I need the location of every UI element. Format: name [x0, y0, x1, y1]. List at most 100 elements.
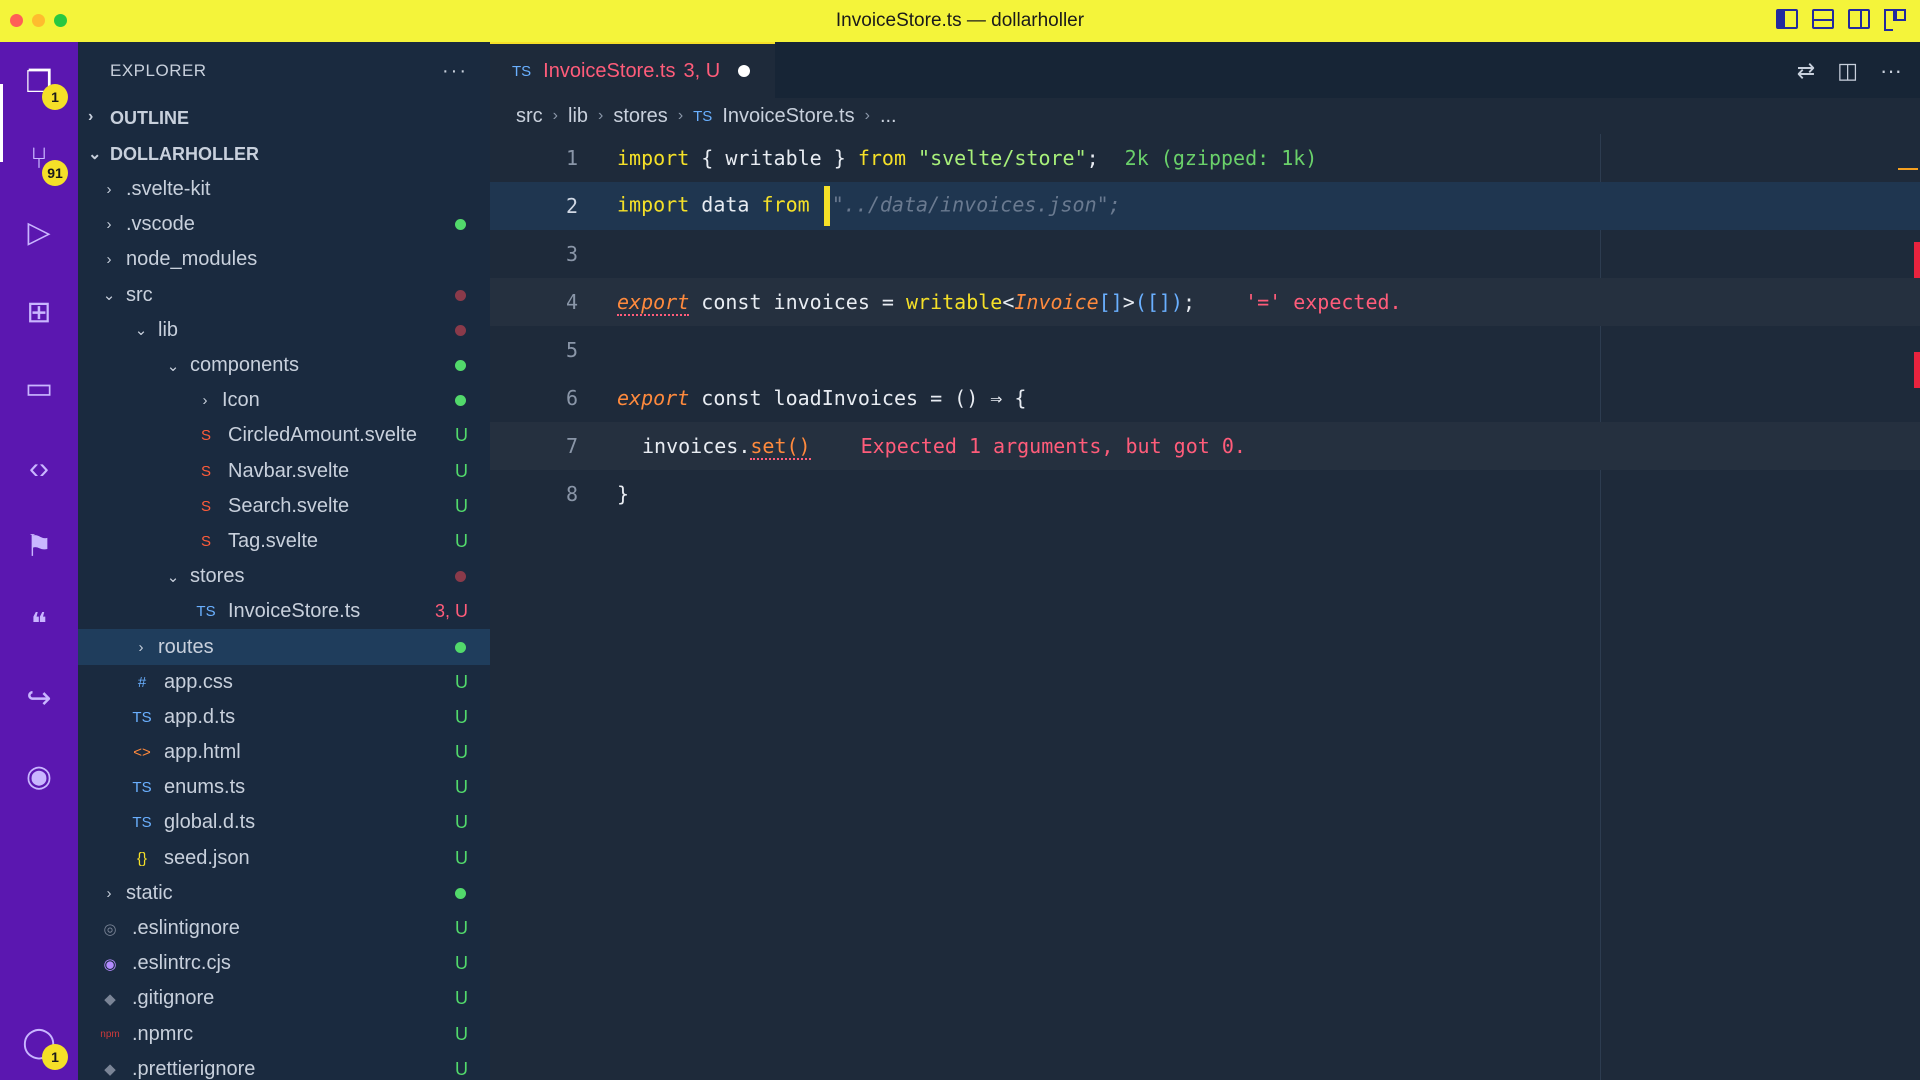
status-dot [455, 395, 466, 407]
chevron-right-icon: › [106, 181, 112, 199]
tree-item[interactable]: ⌄ components [78, 348, 490, 383]
breadcrumb-lib[interactable]: lib [568, 105, 588, 128]
more-icon[interactable]: ··· [1880, 58, 1902, 84]
activity-bar: ❐ 1 ⑂ 91 ▷ ⊞ ▭ ‹› ⚑ ❝ ↪ ◉ ◯ 1 [0, 42, 78, 1080]
import-cost-hint: 2k (gzipped: 1k) [1124, 146, 1318, 170]
bookmark-icon[interactable]: ⚑ [18, 526, 60, 568]
tree-item[interactable]: ◉ .eslintrc.cjs U [78, 946, 490, 981]
tree-item[interactable]: ◆ .gitignore U [78, 981, 490, 1016]
notification-badge: 1 [42, 84, 68, 110]
line-code: import { writable } from "svelte/store";… [617, 146, 1318, 170]
chevron-right-icon: › [106, 216, 112, 234]
git-status: 3, U [434, 601, 468, 622]
git-status: U [455, 425, 468, 446]
source-control-icon[interactable]: ⑂ 91 [18, 138, 68, 186]
tree-item-label: Tag.svelte [228, 529, 319, 552]
more-actions-icon[interactable]: ··· [442, 60, 468, 83]
tree-item-label: Navbar.svelte [228, 459, 350, 482]
tree-item[interactable]: TS enums.ts U [78, 770, 490, 805]
tree-item[interactable]: › Icon [78, 383, 490, 418]
code-line-3[interactable]: 3 [490, 230, 1920, 278]
code-line-7[interactable]: 7 invoices.set() Expected 1 arguments, bu… [490, 422, 1920, 470]
customize-layout-icon[interactable] [1884, 9, 1906, 31]
tree-item[interactable]: S Search.svelte U [78, 489, 490, 524]
tree-item-label: InvoiceStore.ts [228, 600, 361, 623]
split-editor-icon[interactable]: ◫ [1837, 58, 1858, 84]
tree-item[interactable]: TS InvoiceStore.ts 3, U [78, 594, 490, 629]
account-icon[interactable]: ◯ 1 [18, 1022, 68, 1070]
code-editor[interactable]: 1 import { writable } from "svelte/store… [490, 134, 1920, 1080]
breadcrumb-symbols[interactable]: ... [880, 105, 897, 128]
folder-icon[interactable]: ▭ [18, 368, 60, 410]
tree-item[interactable]: › static [78, 876, 490, 911]
git-status: U [455, 706, 468, 727]
quote-icon[interactable]: ❝ [18, 604, 60, 646]
tree-item[interactable]: ◆ .prettierignore U [78, 1052, 490, 1080]
breadcrumb-src[interactable]: src [516, 105, 543, 128]
run-debug-icon[interactable]: ▷ [18, 212, 60, 254]
tree-item[interactable]: S Navbar.svelte U [78, 454, 490, 489]
tree-item-label: routes [158, 635, 214, 658]
window-controls [10, 14, 67, 27]
tree-item-label: .gitignore [132, 987, 215, 1010]
minimize-window-button[interactable] [32, 14, 45, 27]
tree-item[interactable]: <> app.html U [78, 735, 490, 770]
breadcrumb-file[interactable]: InvoiceStore.ts [722, 105, 854, 128]
tree-item[interactable]: S CircledAmount.svelte U [78, 418, 490, 453]
code-line-8[interactable]: 8 } [490, 470, 1920, 518]
tree-item[interactable]: › .vscode [78, 207, 490, 242]
text-cursor [823, 186, 830, 226]
tree-item[interactable]: ⌄ src [78, 278, 490, 313]
file-type-icon: S [200, 427, 211, 445]
file-type-icon: ◆ [104, 1061, 116, 1079]
close-window-button[interactable] [10, 14, 23, 27]
git-status: U [455, 988, 468, 1009]
tree-item[interactable]: › .svelte-kit [78, 172, 490, 207]
file-type-icon: ◉ [103, 955, 117, 973]
line-number: 3 [565, 242, 578, 266]
tree-item[interactable]: › routes [78, 629, 490, 665]
tree-item[interactable]: › node_modules [78, 242, 490, 277]
project-section[interactable]: ⌄ DOLLARHOLLER [78, 136, 490, 172]
code-line-5[interactable]: 5 [490, 326, 1920, 374]
chevron-right-icon: › [88, 108, 94, 125]
tree-item[interactable]: npm .npmrc U [78, 1017, 490, 1052]
unsaved-dot-icon[interactable] [738, 65, 751, 77]
status-dot [455, 641, 466, 653]
status-dot [455, 360, 466, 372]
outline-section[interactable]: › OUTLINE [78, 100, 490, 136]
code-line-2[interactable]: 2 import data from "../data/invoices.jso… [490, 182, 1920, 230]
tree-item[interactable]: ⌄ stores [78, 559, 490, 594]
breadcrumb-stores[interactable]: stores [613, 105, 667, 128]
tree-item[interactable]: TS global.d.ts U [78, 805, 490, 840]
code-line-4[interactable]: 4 export const invoices = writable<Invoi… [490, 278, 1920, 326]
maximize-window-button[interactable] [54, 14, 67, 27]
code-line-6[interactable]: 6 export const loadInvoices = () ⇒ { [490, 374, 1920, 422]
tree-item[interactable]: TS app.d.ts U [78, 700, 490, 735]
error-lens-message: Expected 1 arguments, but got 0. [860, 434, 1246, 458]
tree-item-label: app.css [164, 670, 233, 693]
code-icon[interactable]: ‹› [18, 448, 60, 490]
extensions-glyph: ⊞ [26, 296, 52, 329]
toggle-secondary-sidebar-icon[interactable] [1848, 9, 1870, 29]
tree-item[interactable]: ◎ .eslintignore U [78, 911, 490, 946]
explorer-header: EXPLORER [110, 61, 207, 80]
typescript-icon: TS [512, 62, 532, 80]
tree-item-label: app.html [164, 741, 241, 764]
tab-invoicestore[interactable]: TS InvoiceStore.ts 3, U [490, 42, 775, 98]
tree-item[interactable]: {} seed.json U [78, 841, 490, 876]
tree-item[interactable]: ⌄ lib [78, 313, 490, 348]
share-icon[interactable]: ↪ [18, 678, 60, 720]
github-icon[interactable]: ◉ [18, 756, 60, 798]
toggle-panel-icon[interactable] [1812, 9, 1834, 29]
code-line-1[interactable]: 1 import { writable } from "svelte/store… [490, 134, 1920, 182]
tree-item[interactable]: S Tag.svelte U [78, 524, 490, 559]
tree-item-label: static [126, 881, 173, 904]
explorer-icon[interactable]: ❐ 1 [18, 62, 68, 110]
tree-item-label: CircledAmount.svelte [228, 424, 417, 447]
extensions-icon[interactable]: ⊞ [18, 292, 60, 334]
error-lens-message: '=' expected. [1245, 290, 1402, 314]
open-changes-icon[interactable]: ⇄ [1797, 58, 1815, 84]
toggle-primary-sidebar-icon[interactable] [1776, 9, 1798, 29]
tree-item[interactable]: # app.css U [78, 665, 490, 700]
